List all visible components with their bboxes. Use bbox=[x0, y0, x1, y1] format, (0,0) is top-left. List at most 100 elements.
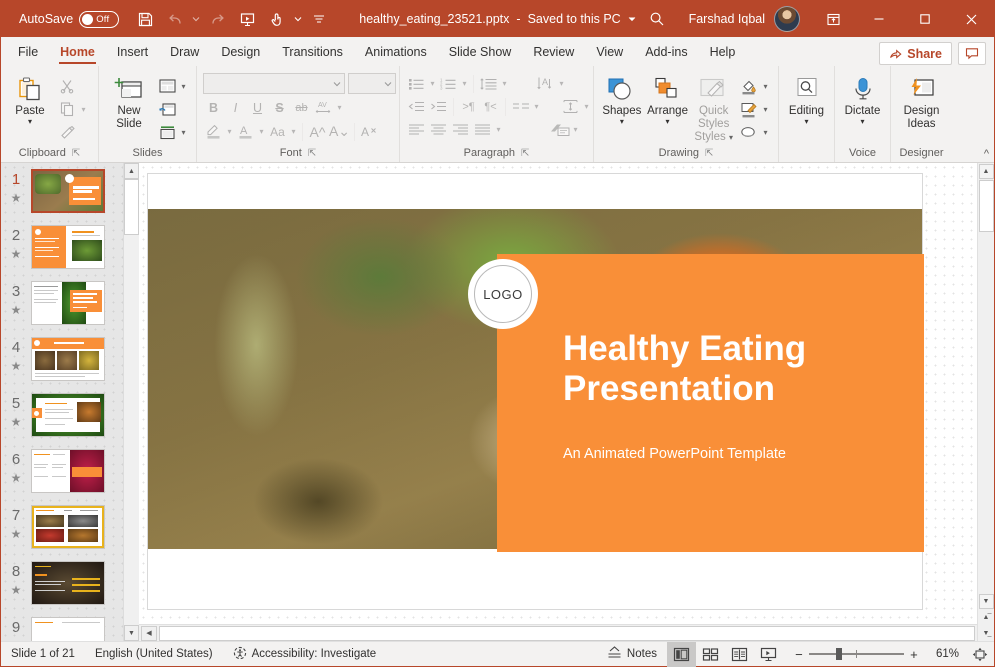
tab-review[interactable]: Review bbox=[522, 39, 585, 66]
redo-icon[interactable] bbox=[203, 6, 231, 32]
shape-effects-dropdown-icon[interactable]: ▾ bbox=[761, 128, 770, 137]
touch-mode-dropdown-icon[interactable] bbox=[293, 6, 303, 32]
scroll-left-icon[interactable]: ◀ bbox=[141, 626, 157, 641]
horizontal-scrollbar-track[interactable] bbox=[159, 626, 975, 641]
text-shadow-button[interactable]: S bbox=[269, 97, 290, 118]
scroll-down-icon[interactable]: ▼ bbox=[979, 594, 994, 609]
editing-dropdown-icon[interactable]: ▾ bbox=[804, 118, 808, 126]
zoom-slider[interactable]: − + bbox=[783, 642, 930, 667]
bold-button[interactable]: B bbox=[203, 97, 224, 118]
undo-icon[interactable] bbox=[161, 6, 189, 32]
quick-styles-button[interactable]: Quick Styles Styles ▾ bbox=[691, 72, 736, 144]
share-button[interactable]: Share bbox=[879, 42, 952, 65]
tab-slide-show[interactable]: Slide Show bbox=[438, 39, 523, 66]
thumbnail-scrollbar-thumb[interactable] bbox=[124, 179, 139, 235]
slide-thumbnail-1[interactable]: 1 ★ bbox=[1, 169, 123, 225]
scroll-up-icon[interactable]: ▲ bbox=[979, 164, 994, 179]
text-highlight-color-button[interactable] bbox=[203, 121, 224, 142]
paste-button[interactable]: Paste ▾ bbox=[7, 72, 53, 126]
vertical-scrollbar-thumb[interactable] bbox=[979, 180, 994, 232]
account-button[interactable]: Farshad Iqbal bbox=[679, 6, 810, 32]
ltr-button[interactable]: >¶ bbox=[458, 96, 479, 117]
align-text-dropdown-icon[interactable]: ▾ bbox=[582, 102, 591, 111]
decrease-indent-button[interactable] bbox=[406, 96, 427, 117]
columns-button[interactable] bbox=[510, 96, 531, 117]
tab-home[interactable]: Home bbox=[49, 39, 106, 66]
thumbnail-scroll-down-icon[interactable]: ▼ bbox=[124, 625, 139, 641]
copy-dropdown-icon[interactable]: ▾ bbox=[79, 105, 88, 114]
text-direction-button[interactable]: A bbox=[535, 73, 556, 94]
collapse-ribbon-button[interactable]: ^ bbox=[984, 148, 989, 160]
change-case-button[interactable]: Aa bbox=[267, 121, 288, 142]
cut-button[interactable] bbox=[55, 75, 90, 97]
tab-view[interactable]: View bbox=[585, 39, 634, 66]
slide-editing-surface[interactable]: LOGO Healthy Eating Presentation An Anim… bbox=[139, 163, 977, 624]
increase-indent-button[interactable] bbox=[428, 96, 449, 117]
minimize-button[interactable] bbox=[856, 1, 902, 37]
reset-button[interactable] bbox=[155, 98, 190, 120]
slide-thumbnail-2[interactable]: 2 ★ bbox=[1, 225, 123, 281]
slide-sorter-button[interactable] bbox=[696, 642, 725, 667]
tab-help[interactable]: Help bbox=[699, 39, 747, 66]
touch-mode-icon[interactable] bbox=[263, 6, 291, 32]
convert-to-smartart-button[interactable] bbox=[549, 119, 570, 140]
character-spacing-dropdown-icon[interactable]: ▾ bbox=[335, 103, 344, 112]
drawing-dialog-launcher[interactable]: ⇱ bbox=[705, 148, 713, 159]
bullets-button[interactable] bbox=[406, 73, 427, 94]
shape-fill-dropdown-icon[interactable]: ▾ bbox=[761, 82, 770, 91]
zoom-handle[interactable] bbox=[836, 648, 842, 660]
slide-subtitle-textbox[interactable]: An Animated PowerPoint Template bbox=[563, 446, 893, 462]
layout-dropdown-icon[interactable]: ▾ bbox=[179, 82, 188, 91]
slide-show-button[interactable] bbox=[754, 642, 783, 667]
tab-file[interactable]: File bbox=[7, 39, 49, 66]
slide-thumbnail-4[interactable]: 4 ★ bbox=[1, 337, 123, 393]
slide-thumbnail-3[interactable]: 3 ★ bbox=[1, 281, 123, 337]
comments-button[interactable] bbox=[958, 42, 986, 65]
decrease-font-size-button[interactable]: A⌄ bbox=[329, 121, 350, 142]
autosave-control[interactable]: AutoSave Off bbox=[19, 11, 119, 28]
align-left-button[interactable] bbox=[406, 119, 427, 140]
zoom-level[interactable]: 61% bbox=[930, 648, 965, 660]
rtl-button[interactable]: ¶< bbox=[480, 96, 501, 117]
paste-dropdown-icon[interactable]: ▾ bbox=[28, 118, 32, 126]
numbering-button[interactable]: 123 bbox=[438, 73, 459, 94]
tab-add-ins[interactable]: Add-ins bbox=[634, 39, 698, 66]
close-button[interactable] bbox=[948, 1, 994, 37]
slide-thumbnail-8[interactable]: 8 ★ bbox=[1, 561, 123, 617]
paragraph-dialog-launcher[interactable]: ⇱ bbox=[521, 148, 529, 159]
undo-dropdown-icon[interactable] bbox=[191, 6, 201, 32]
strikethrough-button[interactable]: ab bbox=[291, 97, 312, 118]
autosave-toggle[interactable]: Off bbox=[79, 11, 119, 28]
tab-insert[interactable]: Insert bbox=[106, 39, 159, 66]
copy-button[interactable]: ▾ bbox=[55, 98, 90, 120]
new-slide-button[interactable]: New Slide bbox=[105, 72, 153, 131]
italic-button[interactable]: I bbox=[225, 97, 246, 118]
highlight-dropdown-icon[interactable]: ▾ bbox=[225, 127, 234, 136]
design-ideas-button[interactable]: Design Ideas bbox=[897, 72, 946, 131]
slide-thumbnail-7[interactable]: 7 ★ bbox=[1, 505, 123, 561]
thumbnail-scrollbar[interactable]: ▲ ▼ bbox=[123, 163, 139, 641]
shape-outline-button[interactable]: ▾ bbox=[737, 98, 772, 120]
smartart-dropdown-icon[interactable]: ▾ bbox=[571, 125, 580, 134]
vertical-scrollbar[interactable]: ▲ ▼ ▲̅ ▼̲ bbox=[977, 163, 994, 641]
layout-button[interactable]: ▾ bbox=[155, 75, 190, 97]
ribbon-display-options-icon[interactable] bbox=[810, 1, 856, 37]
zoom-in-button[interactable]: + bbox=[904, 642, 924, 667]
slide-thumbnail-5[interactable]: 5 ★ bbox=[1, 393, 123, 449]
text-direction-dropdown-icon[interactable]: ▾ bbox=[557, 79, 566, 88]
dictate-dropdown-icon[interactable]: ▾ bbox=[860, 118, 864, 126]
fit-to-window-button[interactable] bbox=[965, 642, 994, 667]
underline-button[interactable]: U bbox=[247, 97, 268, 118]
change-case-dropdown-icon[interactable]: ▾ bbox=[289, 127, 298, 136]
arrange-dropdown-icon[interactable]: ▾ bbox=[666, 118, 670, 126]
tab-transitions[interactable]: Transitions bbox=[271, 39, 354, 66]
slide-thumbnail-6[interactable]: 6 ★ bbox=[1, 449, 123, 505]
justify-dropdown-icon[interactable]: ▾ bbox=[494, 125, 503, 134]
numbering-dropdown-icon[interactable]: ▾ bbox=[460, 79, 469, 88]
maximize-button[interactable] bbox=[902, 1, 948, 37]
tab-animations[interactable]: Animations bbox=[354, 39, 438, 66]
zoom-track[interactable] bbox=[809, 653, 904, 655]
section-button[interactable]: ▾ bbox=[155, 121, 190, 143]
arrange-button[interactable]: Arrange ▾ bbox=[645, 72, 691, 126]
align-right-button[interactable] bbox=[450, 119, 471, 140]
